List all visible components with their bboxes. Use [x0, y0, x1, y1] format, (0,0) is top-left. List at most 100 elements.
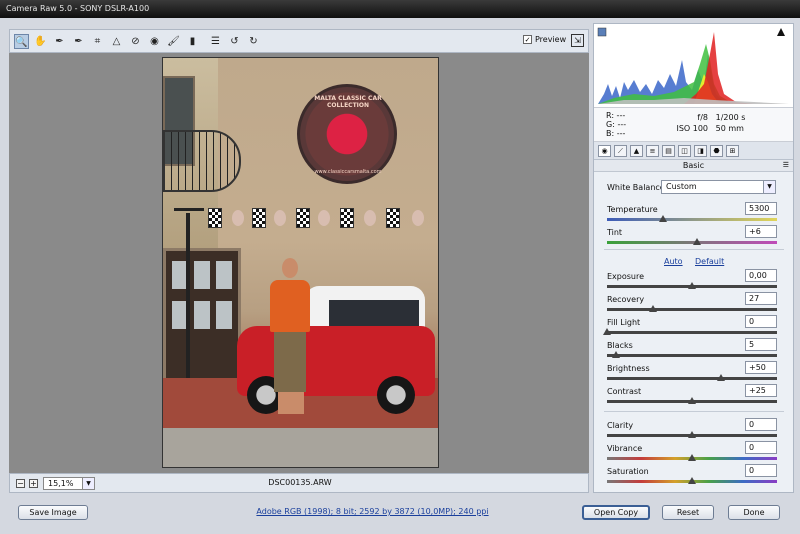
- graduated-filter-tool-icon[interactable]: ▮: [185, 34, 200, 49]
- white-balance-value: Custom: [666, 182, 697, 191]
- white-balance-select[interactable]: Custom ▼: [661, 180, 776, 194]
- workflow-options-link[interactable]: Adobe RGB (1998); 8 bit; 2592 by 3872 (1…: [250, 507, 495, 516]
- readout-b: B: ---: [606, 129, 626, 138]
- recovery-slider-track[interactable]: [607, 308, 777, 311]
- blacks-label: Blacks: [607, 341, 633, 350]
- tab-presets[interactable]: ⬣: [710, 145, 723, 157]
- logo-sign: MALTA CLASSIC CAR COLLECTION www.classic…: [297, 84, 397, 184]
- saturation-slider-thumb[interactable]: [688, 477, 696, 484]
- panel-tabs: ◉ ⟋ ▲ ≡ ▤ ◫ ◨ ⬣ ⊞: [594, 142, 793, 160]
- blacks-value-field[interactable]: 5: [745, 338, 777, 351]
- fill-light-value-field[interactable]: 0: [745, 315, 777, 328]
- done-button[interactable]: Done: [728, 505, 780, 520]
- temperature-slider-track[interactable]: [607, 218, 777, 221]
- tab-tone-curve[interactable]: ⟋: [614, 145, 627, 157]
- saturation-label: Saturation: [607, 467, 649, 476]
- vibrance-slider-row: Vibrance 0: [605, 441, 785, 463]
- zoom-in-button[interactable]: +: [29, 479, 38, 488]
- divider: [604, 411, 784, 412]
- color-sampler-tool-icon[interactable]: ✒: [71, 34, 86, 49]
- window-title: Camera Raw 5.0 - SONY DSLR-A100: [0, 0, 800, 18]
- spot-removal-tool-icon[interactable]: ⊘: [128, 34, 143, 49]
- crop-tool-icon[interactable]: ⌗: [90, 34, 105, 49]
- brightness-slider-row: Brightness +50: [605, 361, 785, 383]
- vibrance-value-field[interactable]: 0: [745, 441, 777, 454]
- tab-snapshots[interactable]: ⊞: [726, 145, 739, 157]
- vibrance-label: Vibrance: [607, 444, 643, 453]
- readout-g: G: ---: [606, 120, 627, 129]
- preview-checkbox[interactable]: ✓: [523, 35, 532, 44]
- exposure-slider-thumb[interactable]: [688, 282, 696, 289]
- default-link[interactable]: Default: [695, 257, 724, 266]
- hand-tool-icon[interactable]: ✋: [33, 34, 48, 49]
- aperture: f/8: [697, 113, 708, 122]
- readout-r: R: ---: [606, 111, 626, 120]
- recovery-slider-row: Recovery 27: [605, 292, 785, 314]
- file-name: DSC00135.ARW: [268, 478, 332, 487]
- tab-detail[interactable]: ▲: [630, 145, 643, 157]
- vibrance-slider-thumb[interactable]: [688, 454, 696, 461]
- tab-lens-corrections[interactable]: ◫: [678, 145, 691, 157]
- fill-light-slider-track[interactable]: [607, 331, 777, 334]
- dialog-footer: Save Image Adobe RGB (1998); 8 bit; 2592…: [0, 497, 800, 534]
- straighten-tool-icon[interactable]: △: [109, 34, 124, 49]
- recovery-slider-thumb[interactable]: [648, 305, 657, 312]
- clarity-value-field[interactable]: 0: [745, 418, 777, 431]
- reset-button[interactable]: Reset: [662, 505, 714, 520]
- contrast-slider-thumb[interactable]: [688, 397, 696, 404]
- zoom-level-value: 15,1%: [48, 479, 74, 488]
- auto-link[interactable]: Auto: [664, 257, 683, 266]
- exposure-value-field[interactable]: 0,00: [745, 269, 777, 282]
- exposure-label: Exposure: [607, 272, 645, 281]
- tint-slider-thumb[interactable]: [693, 238, 702, 245]
- chevron-down-icon[interactable]: ▼: [763, 181, 775, 193]
- shutter-speed: 1/200 s: [715, 113, 746, 122]
- tab-basic[interactable]: ◉: [598, 145, 611, 157]
- chevron-down-icon[interactable]: ▼: [82, 478, 94, 489]
- brightness-value-field[interactable]: +50: [745, 361, 777, 374]
- white-balance-tool-icon[interactable]: ✒: [52, 34, 67, 49]
- highlight-clipping-icon: [777, 28, 785, 36]
- blacks-slider-track[interactable]: [607, 354, 777, 357]
- contrast-value-field[interactable]: +25: [745, 384, 777, 397]
- save-image-button[interactable]: Save Image: [18, 505, 88, 520]
- adjustment-brush-tool-icon[interactable]: 🖌: [166, 34, 181, 49]
- zoom-tool-icon[interactable]: 🔍: [14, 34, 29, 49]
- brightness-slider-thumb[interactable]: [716, 374, 725, 381]
- recovery-value-field[interactable]: 27: [745, 292, 777, 305]
- tab-hsl[interactable]: ≡: [646, 145, 659, 157]
- zoom-level-select[interactable]: 15,1% ▼: [43, 477, 95, 490]
- red-eye-tool-icon[interactable]: ◉: [147, 34, 162, 49]
- temperature-value-field[interactable]: 5300: [745, 202, 777, 215]
- shadow-clipping-icon: [597, 27, 607, 37]
- fullscreen-icon[interactable]: ⇲: [571, 34, 584, 47]
- clarity-slider-thumb[interactable]: [688, 431, 696, 438]
- blacks-slider-thumb[interactable]: [611, 351, 620, 358]
- tint-slider-track[interactable]: [607, 241, 777, 244]
- image-canvas[interactable]: MALTA CLASSIC CAR COLLECTION www.classic…: [9, 53, 589, 473]
- white-balance-label: White Balance:: [607, 183, 668, 192]
- brightness-slider-track[interactable]: [607, 377, 777, 380]
- panel-menu-icon[interactable]: ☰: [783, 160, 789, 171]
- tab-camera-calibration[interactable]: ◨: [694, 145, 707, 157]
- rotate-cw-tool-icon[interactable]: ↻: [246, 34, 261, 49]
- tint-value-field[interactable]: +6: [745, 225, 777, 238]
- tab-split-toning[interactable]: ▤: [662, 145, 675, 157]
- temperature-slider-thumb[interactable]: [659, 215, 668, 222]
- rotate-ccw-tool-icon[interactable]: ↺: [227, 34, 242, 49]
- tint-label: Tint: [607, 228, 623, 237]
- preferences-tool-icon[interactable]: ☰: [208, 34, 223, 49]
- exposure-slider-row: Exposure 0,00: [605, 269, 785, 291]
- fill-light-slider-thumb[interactable]: [603, 328, 611, 335]
- contrast-label: Contrast: [607, 387, 642, 396]
- focal-length: 50 mm: [715, 124, 744, 133]
- histogram: [594, 24, 793, 108]
- zoom-out-button[interactable]: −: [16, 479, 25, 488]
- open-copy-button[interactable]: Open Copy: [582, 505, 650, 520]
- saturation-value-field[interactable]: 0: [745, 464, 777, 477]
- divider: [604, 249, 784, 250]
- section-title: Basic ☰: [594, 160, 793, 172]
- fill-light-label: Fill Light: [607, 318, 641, 327]
- preview-toggle[interactable]: ✓ Preview: [523, 35, 566, 44]
- tint-slider-row: Tint +6: [605, 225, 785, 247]
